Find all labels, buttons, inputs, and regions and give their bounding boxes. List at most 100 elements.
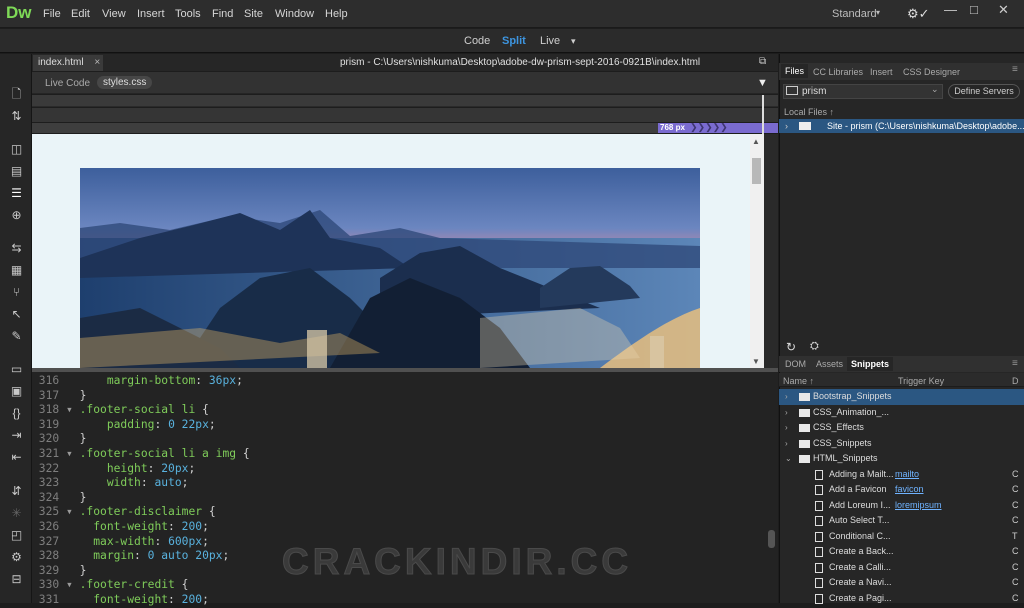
code-line[interactable]: 331 font-weight: 200; <box>32 593 768 608</box>
code-line[interactable]: 324 } <box>32 491 768 506</box>
snippet-row[interactable]: Create a Calli... C <box>779 560 1024 576</box>
filter-icon[interactable]: ▼ <box>757 77 768 89</box>
scrollbar-thumb[interactable] <box>752 158 761 184</box>
close-button[interactable]: ✕ <box>998 2 1009 18</box>
sun-icon[interactable]: ✳ <box>9 506 24 521</box>
snippet-row[interactable]: Add a Favicon favicon C <box>779 482 1024 498</box>
chevron-right-icon[interactable]: › <box>785 436 788 452</box>
snippet-row[interactable]: › CSS_Effects <box>779 420 1024 436</box>
menu-edit[interactable]: Edit <box>71 8 90 20</box>
tree-icon[interactable]: ⑂ <box>9 285 24 300</box>
tab-snippets[interactable]: Snippets <box>847 357 894 371</box>
snippet-row[interactable]: Add Loreum I... loremipsum C <box>779 498 1024 514</box>
file-management-icon[interactable]: ⇅ <box>9 109 24 124</box>
menu-window[interactable]: Window <box>275 8 314 20</box>
pointer-icon[interactable]: ↖ <box>9 307 24 322</box>
expand-icon[interactable]: ⇆ <box>9 241 24 256</box>
indent-icon[interactable]: ☰ <box>9 186 24 201</box>
refresh-icon[interactable]: ↻ <box>786 340 796 354</box>
related-file-live-code[interactable]: Live Code <box>45 78 90 89</box>
open-documents-icon[interactable]: 🗋 <box>9 87 24 102</box>
panel-menu-icon[interactable]: ≡ <box>1012 64 1018 75</box>
tab-cc-libraries[interactable]: CC Libraries <box>813 67 863 77</box>
code-line[interactable]: 326 font-weight: 200; <box>32 520 768 535</box>
indent-right-icon[interactable]: ⇥ <box>9 428 24 443</box>
menu-file[interactable]: File <box>43 8 61 20</box>
menu-find[interactable]: Find <box>212 8 233 20</box>
fold-arrow-icon[interactable]: ▾ <box>66 505 80 518</box>
tag-icon[interactable]: ◫ <box>9 142 24 157</box>
code-line[interactable]: 316 margin-bottom: 36px; <box>32 374 768 389</box>
snippet-row[interactable]: Conditional C... T <box>779 529 1024 545</box>
code-line[interactable]: 319 padding: 0 22px; <box>32 418 768 433</box>
brackets-icon[interactable]: {} <box>9 406 24 421</box>
resize-handle[interactable] <box>764 123 778 133</box>
menu-site[interactable]: Site <box>244 8 263 20</box>
format-source-icon[interactable]: ▤ <box>9 164 24 179</box>
code-view-button[interactable]: Code <box>464 35 490 47</box>
outdent-icon[interactable]: ⇤ <box>9 450 24 465</box>
tab-index-html[interactable]: index.html × <box>33 55 103 71</box>
snippet-row[interactable]: Auto Select T... C <box>779 513 1024 529</box>
preview-icon[interactable]: ◰ <box>9 528 24 543</box>
code-scrollbar-thumb[interactable] <box>768 530 775 548</box>
menu-view[interactable]: View <box>102 8 126 20</box>
snippet-row[interactable]: ⌄ HTML_Snippets <box>779 451 1024 467</box>
column-name[interactable]: Name ↑ <box>783 376 814 386</box>
chevron-right-icon[interactable]: › <box>785 121 788 131</box>
scroll-up-icon[interactable]: ▲ <box>752 137 760 146</box>
comment-icon[interactable]: ▭ <box>9 362 24 377</box>
tab-css-designer[interactable]: CSS Designer <box>903 67 960 77</box>
menu-insert[interactable]: Insert <box>137 8 165 20</box>
snippet-row[interactable]: › CSS_Snippets <box>779 436 1024 452</box>
code-line[interactable]: 323 width: auto; <box>32 476 768 491</box>
brush-icon[interactable]: ✎ <box>9 329 24 344</box>
menu-tools[interactable]: Tools <box>175 8 201 20</box>
close-icon[interactable]: × <box>94 57 100 68</box>
image-icon[interactable]: ▣ <box>9 384 24 399</box>
chevron-right-icon[interactable]: › <box>785 405 788 421</box>
code-line[interactable]: 318 ▾ .footer-social li { <box>32 403 768 418</box>
restore-icon[interactable]: ⧉ <box>759 56 766 67</box>
gear-icon[interactable]: ⚙✓ <box>907 6 930 22</box>
tab-insert[interactable]: Insert <box>870 67 893 77</box>
fold-arrow-icon[interactable]: ▾ <box>66 403 80 416</box>
settings-icon[interactable]: ⚙ <box>9 550 24 565</box>
code-line[interactable]: 321 ▾ .footer-social li a img { <box>32 447 768 462</box>
code-line[interactable]: 325 ▾ .footer-disclaimer { <box>32 505 768 520</box>
snippet-row[interactable]: Adding a Mailt... mailto C <box>779 467 1024 483</box>
chevron-right-icon[interactable]: › <box>785 389 788 405</box>
fold-arrow-icon[interactable]: ▾ <box>66 578 80 591</box>
width-marker[interactable] <box>762 95 764 134</box>
move-icon[interactable]: ⇵ <box>9 484 24 499</box>
live-dropdown-icon[interactable]: ▾ <box>571 36 576 47</box>
snippet-trigger-key[interactable]: loremipsum <box>895 498 942 514</box>
menu-help[interactable]: Help <box>325 8 348 20</box>
split-view-button[interactable]: Split <box>502 35 526 47</box>
snippet-row[interactable]: Create a Back... C <box>779 544 1024 560</box>
chevron-down-icon[interactable]: ⌄ <box>931 84 939 95</box>
code-line[interactable]: 320 } <box>32 432 768 447</box>
code-line[interactable]: 322 height: 20px; <box>32 462 768 477</box>
minimize-button[interactable]: — <box>944 2 957 17</box>
tab-files[interactable]: Files <box>781 64 809 78</box>
snippet-trigger-key[interactable]: favicon <box>895 482 924 498</box>
tab-assets[interactable]: Assets <box>816 359 843 369</box>
live-view-button[interactable]: Live <box>540 35 560 47</box>
define-servers-button[interactable]: Define Servers <box>948 84 1020 99</box>
chevron-down-icon[interactable]: ▾ <box>876 8 880 17</box>
snippet-row[interactable]: Create a Pagi... C <box>779 591 1024 607</box>
target-icon[interactable]: ⊕ <box>9 208 24 223</box>
panel-menu-icon[interactable]: ≡ <box>1012 358 1018 369</box>
fold-arrow-icon[interactable]: ▾ <box>66 447 80 460</box>
workspace-switcher[interactable]: Standard <box>832 8 877 20</box>
code-line[interactable]: 317 } <box>32 389 768 404</box>
column-trigger-key[interactable]: Trigger Key <box>898 376 944 386</box>
column-description[interactable]: D <box>1012 376 1019 386</box>
chevron-down-icon[interactable]: ⌄ <box>785 451 792 467</box>
chevron-right-icon[interactable]: › <box>785 420 788 436</box>
collapse-icon[interactable]: ⊟ <box>9 572 24 587</box>
connect-icon[interactable]: ⛭ <box>810 340 819 353</box>
tab-dom[interactable]: DOM <box>785 359 806 369</box>
snippet-row[interactable]: Create a Navi... C <box>779 575 1024 591</box>
